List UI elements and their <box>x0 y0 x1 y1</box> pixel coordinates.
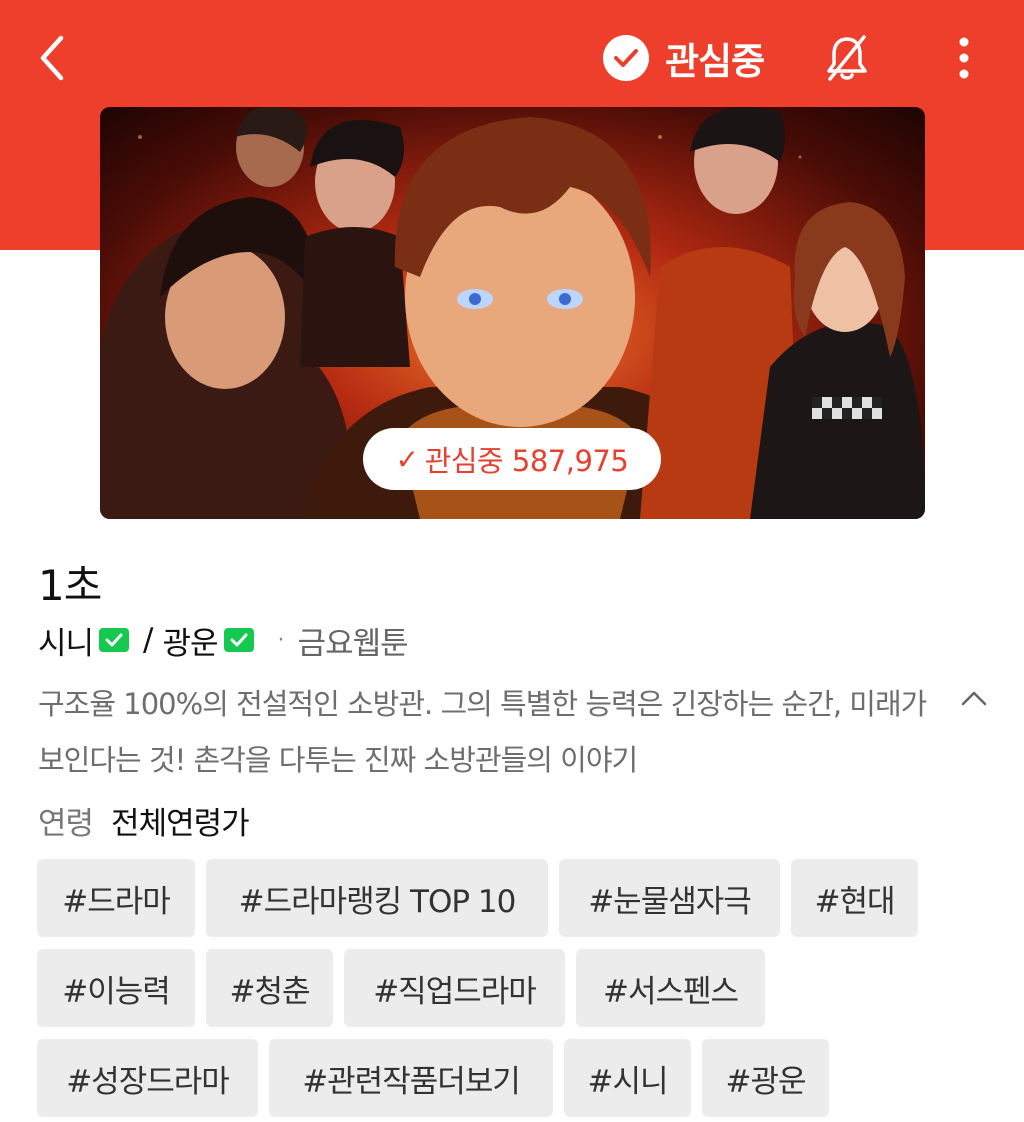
notification-button[interactable] <box>822 30 872 86</box>
tag-chip[interactable]: #드라마랭킹 TOP 10 <box>206 859 548 937</box>
tag-chip[interactable]: #광운 <box>702 1039 829 1117</box>
author-separator: / <box>143 622 154 658</box>
favorite-count-pill[interactable]: ✓ 관심중 587,975 <box>363 428 661 490</box>
more-vertical-icon <box>959 37 969 79</box>
tag-row: #이능력 #청춘 #직업드라마 #서스펜스 <box>37 949 997 1027</box>
collapse-synopsis-button[interactable] <box>956 680 992 716</box>
author-line: 시니 / 광운 · 금요웹툰 <box>38 618 409 663</box>
author-name[interactable]: 광운 <box>163 618 219 663</box>
tag-chip[interactable]: #성장드라마 <box>37 1039 258 1117</box>
chevron-up-icon <box>961 691 987 706</box>
age-rating: 연령 전체연령가 <box>38 798 250 842</box>
favorite-label: 관심중 <box>665 40 765 83</box>
chevron-left-icon <box>40 35 64 81</box>
tag-chip[interactable]: #청춘 <box>206 949 333 1027</box>
favorite-toggle[interactable]: 관심중 <box>603 30 765 86</box>
tag-chip[interactable]: #서스펜스 <box>576 949 765 1027</box>
tag-chip[interactable]: #시니 <box>564 1039 691 1117</box>
verified-icon <box>99 628 130 652</box>
age-label: 연령 <box>38 805 94 842</box>
author-name[interactable]: 시니 <box>38 618 94 663</box>
bell-off-icon <box>827 35 867 81</box>
tag-chip[interactable]: #현대 <box>791 859 918 937</box>
synopsis: 구조율 100%의 전설적인 소방관. 그의 특별한 능력은 긴장하는 순간, … <box>38 687 927 777</box>
tag-chip[interactable]: #관련작품더보기 <box>269 1039 553 1117</box>
verified-icon <box>223 628 254 652</box>
check-icon: ✓ <box>395 442 419 476</box>
tag-chip[interactable]: #눈물샘자극 <box>559 859 780 937</box>
webtoon-title: 1초 <box>38 561 102 610</box>
age-value: 전체연령가 <box>111 805 250 842</box>
more-options-button[interactable] <box>944 30 984 86</box>
check-circle-icon <box>603 35 649 81</box>
tag-row: #성장드라마 #관련작품더보기 #시니 #광운 <box>37 1039 997 1117</box>
tag-row: #드라마 #드라마랭킹 TOP 10 #눈물샘자극 #현대 <box>37 859 997 937</box>
publish-day: 금요웹툰 <box>297 625 409 662</box>
tag-list: #드라마 #드라마랭킹 TOP 10 #눈물샘자극 #현대 #이능력 #청춘 #… <box>37 859 997 1122</box>
day-separator: · <box>277 627 285 653</box>
back-button[interactable] <box>30 30 74 86</box>
favorite-count: 관심중 587,975 <box>424 444 629 478</box>
tag-chip[interactable]: #드라마 <box>37 859 195 937</box>
tag-chip[interactable]: #이능력 <box>37 949 195 1027</box>
webtoon-thumbnail: ✓ 관심중 587,975 <box>100 107 925 519</box>
tag-chip[interactable]: #직업드라마 <box>344 949 565 1027</box>
